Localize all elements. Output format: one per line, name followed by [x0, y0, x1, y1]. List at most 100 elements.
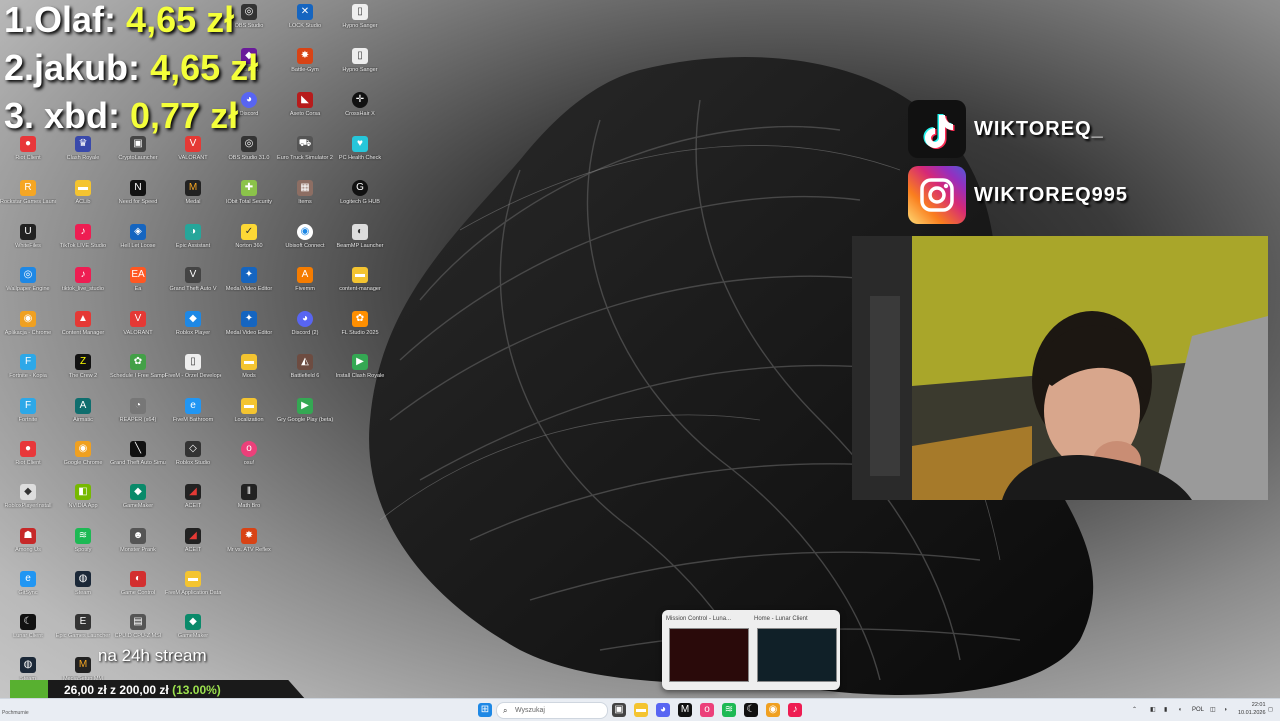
desktop-icon[interactable]: ✚ IObit Total Security: [221, 180, 277, 205]
desktop-icon[interactable]: ▤ CPUID CPU-Z MSI: [110, 614, 166, 639]
desktop-icon[interactable]: ✓ Norton 360: [221, 224, 277, 249]
window-thumbnail[interactable]: Home - Lunar Client: [754, 614, 838, 682]
desktop-icon[interactable]: ♪ tiktok_live_studio: [55, 267, 111, 292]
desktop-icon[interactable]: ☗ Among Us: [0, 528, 56, 553]
desktop-icon[interactable]: ☻ Monster Prank: [110, 528, 166, 553]
desktop-icon[interactable]: ◈ Hell Let Loose: [110, 224, 166, 249]
desktop-icon[interactable]: ◆ GameMaker: [165, 614, 221, 639]
medal-taskbar-icon[interactable]: M: [678, 703, 692, 717]
desktop-icon[interactable]: ◣ Aseto Corsa: [277, 92, 333, 117]
desktop-icon[interactable]: ● Riot Client: [0, 441, 56, 466]
desktop-icon[interactable]: ▬ Localization: [221, 398, 277, 423]
desktop-icon[interactable]: e FiveM Bathroom: [165, 398, 221, 423]
desktop-icon[interactable]: ✸ Mr vs. ATV Reflex: [221, 528, 277, 553]
desktop-icon[interactable]: ♥ PC Health Check: [332, 136, 388, 161]
desktop-icon[interactable]: V VALORANT: [110, 311, 166, 336]
desktop-icon[interactable]: ▯ FiveM - Orzel Developer: [165, 354, 221, 379]
desktop-icon[interactable]: ♛ Clash Royale: [55, 136, 111, 161]
desktop-icon[interactable]: ✿ FL Studio 2025: [332, 311, 388, 336]
language-indicator[interactable]: POL: [1192, 699, 1204, 721]
spotify-taskbar-icon[interactable]: ≋: [722, 703, 736, 717]
microphone-icon[interactable]: ▮: [1164, 699, 1167, 721]
desktop-icon[interactable]: ▬ Mods: [221, 354, 277, 379]
desktop-icon[interactable]: F Fortnite: [0, 398, 56, 423]
speaker-icon[interactable]: ◗: [1224, 699, 1228, 721]
desktop-icon[interactable]: V VALORANT: [165, 136, 221, 161]
desktop-icon[interactable]: ◢ ACEIT: [165, 484, 221, 509]
desktop-icon[interactable]: G Logitech G HUB: [332, 180, 388, 205]
tray-chevron-icon[interactable]: ⌃: [1132, 699, 1137, 721]
desktop-icon[interactable]: ✛ CrossHair X: [332, 92, 388, 117]
desktop-icon[interactable]: ✕ LOCK Studio: [277, 4, 333, 29]
desktop-icon[interactable]: ▣ CryptoLauncher: [110, 136, 166, 161]
desktop-icon[interactable]: ◍ Steam: [55, 571, 111, 596]
desktop-icon[interactable]: ▬ ACLib: [55, 180, 111, 205]
desktop-icon[interactable]: ♪ TikTok LIVE Studio: [55, 224, 111, 249]
search-box[interactable]: ⌕ Wyszukaj: [496, 702, 608, 719]
desktop-icon[interactable]: e GitSync: [0, 571, 56, 596]
desktop-icon[interactable]: N Need for Speed: [110, 180, 166, 205]
desktop-icon[interactable]: ◆ Roblox Player: [165, 311, 221, 336]
desktop-icon[interactable]: F Fortnite - Kopia: [0, 354, 56, 379]
desktop-icon[interactable]: ╲Grand Theft Auto Simulator: [110, 441, 166, 466]
osu-taskbar-icon[interactable]: o: [700, 703, 714, 717]
desktop-icon[interactable]: A Fivemm: [277, 267, 333, 292]
taskbar-clock[interactable]: 22:01 10.01.2026: [1238, 701, 1266, 717]
desktop-icon[interactable]: ▬ content-manager: [332, 267, 388, 292]
desktop-icon[interactable]: ◧ NVIDIA App: [55, 484, 111, 509]
desktop-icon[interactable]: ≋ Spotify: [55, 528, 111, 553]
desktop-icon[interactable]: EA Ea: [110, 267, 166, 292]
network-icon[interactable]: ◫: [1210, 699, 1216, 721]
desktop-icon[interactable]: ✦ Medal Video Editor: [221, 267, 277, 292]
desktop-icon[interactable]: ▯ Hypno Sanger: [332, 48, 388, 73]
discord-taskbar-icon[interactable]: ◕: [656, 703, 670, 717]
lunar-client-taskbar-icon[interactable]: ☾: [744, 703, 758, 717]
tray-app-icon[interactable]: ◧: [1150, 699, 1156, 721]
desktop-icon[interactable]: ◉ Google Chrome: [55, 441, 111, 466]
desktop-icon[interactable]: V Grand Theft Auto V: [165, 267, 221, 292]
desktop-icon[interactable]: ▶ Gry Google Play (beta): [277, 398, 333, 423]
volume-icon[interactable]: ◖: [1178, 699, 1182, 721]
notification-icon[interactable]: ◻: [1268, 699, 1273, 721]
desktop-icon[interactable]: ▲ Content Manager: [55, 311, 111, 336]
desktop-icon[interactable]: ● Riot Client: [0, 136, 56, 161]
tiktok-live-taskbar-icon[interactable]: ♪: [788, 703, 802, 717]
desktop-icon[interactable]: ◐ BeamMP Launcher: [332, 224, 388, 249]
desktop-icon[interactable]: ◔ REAPER (x64): [110, 398, 166, 423]
window-thumbnail[interactable]: Mission Control - Luna...: [666, 614, 750, 682]
desktop-icon[interactable]: ◕ Discord (2): [277, 311, 333, 336]
desktop-icon[interactable]: ◉ Aplikacja - Chrome: [0, 311, 56, 336]
desktop-icon[interactable]: ◆ GameMaker: [110, 484, 166, 509]
desktop-icon[interactable]: A Airmatic: [55, 398, 111, 423]
desktop-icon[interactable]: U WhiteFiles: [0, 224, 56, 249]
desktop-icon[interactable]: ◇ Roblox Studio: [165, 441, 221, 466]
desktop-icon[interactable]: ◭ Battlefield 6: [277, 354, 333, 379]
desktop-icon[interactable]: ▯ Hypno Sanger: [332, 4, 388, 29]
desktop-icon[interactable]: Z The Crew 2: [55, 354, 111, 379]
start-icon[interactable]: ⊞: [478, 703, 492, 717]
desktop-icon[interactable]: o osu!: [221, 441, 277, 466]
task-view-icon[interactable]: ▣: [612, 703, 626, 717]
desktop-icon[interactable]: ◐ Game Control: [110, 571, 166, 596]
desktop-icon[interactable]: ◎ Wallpaper Engine: [0, 267, 56, 292]
desktop-icon[interactable]: ✸ Battle-Gym: [277, 48, 333, 73]
desktop-icon[interactable]: ◎ OBS Studio 31.0: [221, 136, 277, 161]
desktop-icon[interactable]: ✦ Medal Video Editor: [221, 311, 277, 336]
desktop-icon[interactable]: RRockstar Games Launcher: [0, 180, 56, 205]
desktop-icon[interactable]: ▦ Items: [277, 180, 333, 205]
desktop-icon[interactable]: ◍ Steam: [0, 657, 56, 682]
desktop-icon[interactable]: E Epic Games Launcher: [55, 614, 111, 639]
desktop-icon[interactable]: ▶ Install Clash Royale: [332, 354, 388, 379]
desktop-icon[interactable]: ✿ Schedule I Free Sample: [110, 354, 166, 379]
desktop-icon[interactable]: ▬ FiveM Application Data: [165, 571, 221, 596]
desktop-icon[interactable]: ☾ Lunar Client: [0, 614, 56, 639]
desktop-icon[interactable]: ‖ Math Bro: [221, 484, 277, 509]
desktop-icon[interactable]: ◑ Epic Assistant: [165, 224, 221, 249]
chrome-taskbar-icon[interactable]: ◉: [766, 703, 780, 717]
desktop-icon[interactable]: ◢ ACEIT: [165, 528, 221, 553]
desktop-icon[interactable]: ◉ Ubisoft Connect: [277, 224, 333, 249]
desktop-icon[interactable]: ◆ RobloxPlayerInstall: [0, 484, 56, 509]
file-explorer-icon[interactable]: ▬: [634, 703, 648, 717]
desktop-icon[interactable]: ⛟ Euro Truck Simulator 2: [277, 136, 333, 161]
desktop-icon[interactable]: M Medal: [165, 180, 221, 205]
